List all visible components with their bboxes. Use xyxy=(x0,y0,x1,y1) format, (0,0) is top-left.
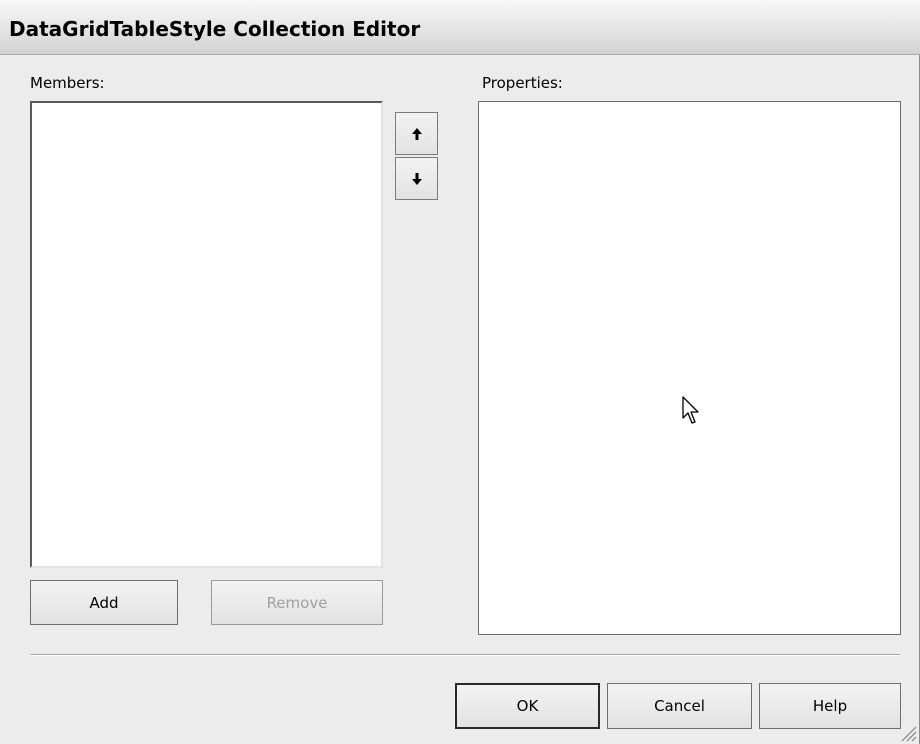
collection-editor-dialog: DataGridTableStyle Collection Editor Mem… xyxy=(0,0,920,744)
members-listbox[interactable] xyxy=(30,101,383,568)
members-label: Members: xyxy=(30,74,105,92)
help-button[interactable]: Help xyxy=(759,683,901,729)
move-down-button[interactable] xyxy=(395,157,438,200)
add-button[interactable]: Add xyxy=(30,580,178,625)
properties-grid[interactable] xyxy=(478,101,901,635)
separator xyxy=(30,654,900,656)
window-title: DataGridTableStyle Collection Editor xyxy=(9,17,421,41)
title-bar[interactable]: DataGridTableStyle Collection Editor xyxy=(0,0,920,55)
resize-grip-icon[interactable] xyxy=(899,724,917,742)
cancel-button[interactable]: Cancel xyxy=(607,683,752,729)
remove-button[interactable]: Remove xyxy=(211,580,383,625)
properties-label: Properties: xyxy=(482,74,563,92)
ok-button[interactable]: OK xyxy=(455,683,600,729)
mouse-pointer-icon xyxy=(682,396,699,424)
arrow-up-icon xyxy=(411,127,422,140)
arrow-down-icon xyxy=(411,172,422,185)
move-up-button[interactable] xyxy=(395,112,438,155)
